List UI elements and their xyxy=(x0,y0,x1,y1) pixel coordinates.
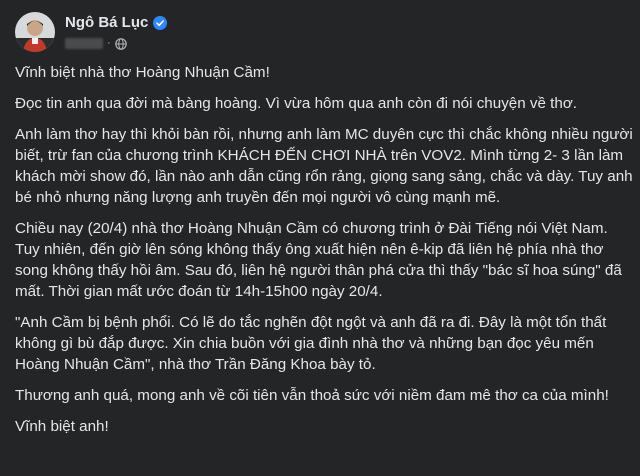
post-paragraph: Vĩnh biệt anh! xyxy=(15,418,109,435)
separator-dot: · xyxy=(107,37,111,49)
verified-badge-icon xyxy=(153,16,168,30)
author-row: Ngô Bá Lục xyxy=(65,14,168,32)
post-paragraph: Vĩnh biệt nhà thơ Hoàng Nhuận Cầm! xyxy=(15,64,270,81)
post-body: Vĩnh biệt nhà thơ Hoàng Nhuận Cầm! Đọc t… xyxy=(15,62,635,447)
post-paragraph: Anh làm thơ hay thì khỏi bàn rồi, nhưng … xyxy=(15,126,633,206)
post-paragraph: Chiều nay (20/4) nhà thơ Hoàng Nhuận Cầm… xyxy=(15,220,622,300)
post-paragraph: Đọc tin anh qua đời mà bàng hoàng. Vì vừ… xyxy=(15,95,578,112)
author-name[interactable]: Ngô Bá Lục xyxy=(65,14,148,32)
post-paragraph: "Anh Cầm bị bệnh phổi. Có lẽ do tắc nghẽ… xyxy=(15,314,607,373)
facebook-post: Ngô Bá Lục · Vĩnh biệt nhà thơ Hoàng Nhu… xyxy=(0,0,640,476)
post-paragraph: Thương anh quá, mong anh về cõi tiên vẫn… xyxy=(15,387,609,404)
post-subline: · xyxy=(65,36,167,50)
post-meta: Ngô Bá Lục · xyxy=(65,14,168,50)
blurred-timestamp[interactable] xyxy=(65,37,103,49)
globe-icon[interactable] xyxy=(114,37,127,50)
author-avatar[interactable] xyxy=(15,12,55,52)
post-header: Ngô Bá Lục · xyxy=(15,12,168,52)
